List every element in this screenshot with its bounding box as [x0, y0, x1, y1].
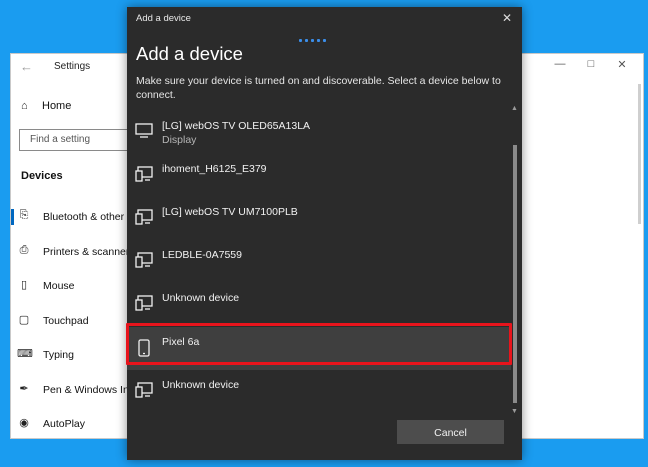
generic-device-icon [135, 166, 153, 182]
nav-item-printers[interactable]: ⎙ Printers & scanners [11, 237, 141, 267]
nav-item-bluetooth[interactable]: ⎘ Bluetooth & other devices [11, 202, 141, 232]
device-item[interactable]: [LG] webOS TV UM7100PLB [127, 197, 511, 240]
mouse-icon: ▯ [20, 279, 28, 291]
generic-device-icon [135, 382, 153, 398]
generic-device-icon [135, 295, 153, 311]
dialog-titlebar-text: Add a device [136, 13, 191, 24]
bluetooth-icon: ⎘ [19, 209, 29, 221]
add-device-dialog: Add a device ✕ Add a device Make sure yo… [127, 7, 522, 460]
cancel-button[interactable]: Cancel [397, 420, 504, 444]
settings-scrollbar[interactable] [638, 84, 641, 224]
device-item[interactable]: Unknown device [127, 283, 511, 326]
scroll-thumb[interactable] [513, 145, 517, 403]
settings-title: Settings [54, 61, 91, 72]
nav-item-touchpad[interactable]: ▢ Touchpad [11, 306, 141, 336]
close-icon[interactable]: ✕ [502, 11, 512, 25]
search-input[interactable]: Find a setting [19, 129, 141, 151]
minimize-icon[interactable]: — [549, 58, 571, 70]
nav-item-pen[interactable]: ✒ Pen & Windows Ink [11, 375, 141, 405]
pen-icon: ✒ [19, 383, 29, 395]
printer-icon: ⎙ [19, 244, 29, 256]
dialog-titlebar: Add a device ✕ [127, 7, 522, 31]
device-name: [LG] webOS TV UM7100PLB [162, 206, 298, 218]
dialog-description: Make sure your device is turned on and d… [136, 75, 501, 101]
selection-highlight-box [126, 323, 512, 365]
nav-item-typing[interactable]: ⌨ Typing [11, 340, 141, 370]
scroll-down-icon[interactable]: ▼ [511, 408, 518, 415]
maximize-icon[interactable]: □ [580, 58, 602, 70]
nav-item-mouse[interactable]: ▯ Mouse [11, 271, 141, 301]
dialog-heading: Add a device [136, 43, 243, 64]
autoplay-icon: ◉ [19, 417, 29, 429]
generic-device-icon [135, 252, 153, 268]
monitor-icon [135, 123, 153, 138]
device-name: LEDBLE-0A7559 [162, 249, 242, 261]
scroll-up-icon[interactable]: ▲ [511, 105, 518, 112]
device-item[interactable]: Unknown device [127, 370, 511, 413]
home-icon: ⌂ [21, 100, 28, 112]
nav-home-label: Home [42, 100, 72, 112]
nav-home[interactable]: ⌂ Home [21, 100, 71, 112]
nav-item-autoplay[interactable]: ◉ AutoPlay [11, 409, 141, 439]
device-name: Unknown device [162, 379, 240, 391]
close-icon[interactable]: ✕ [611, 58, 633, 71]
device-item[interactable]: [LG] webOS TV OLED65A13LA Display [127, 111, 511, 154]
device-type: Display [162, 134, 197, 146]
device-name: ihoment_H6125_E379 [162, 163, 267, 175]
device-list-scrollbar[interactable]: ▲ ▼ [510, 105, 520, 419]
device-item[interactable]: ihoment_H6125_E379 [127, 154, 511, 197]
search-placeholder: Find a setting [30, 134, 91, 145]
device-list: [LG] webOS TV OLED65A13LA Display ihomen… [127, 111, 513, 421]
device-item[interactable]: LEDBLE-0A7559 [127, 240, 511, 283]
device-name: [LG] webOS TV OLED65A13LA [162, 120, 311, 132]
device-name: Unknown device [162, 292, 240, 304]
scanning-progress-indicator [299, 29, 329, 47]
section-title: Devices [21, 170, 63, 182]
back-arrow-icon[interactable]: ← [20, 59, 33, 74]
generic-device-icon [135, 209, 153, 225]
keyboard-icon: ⌨ [17, 348, 33, 360]
touchpad-icon: ▢ [18, 314, 30, 326]
